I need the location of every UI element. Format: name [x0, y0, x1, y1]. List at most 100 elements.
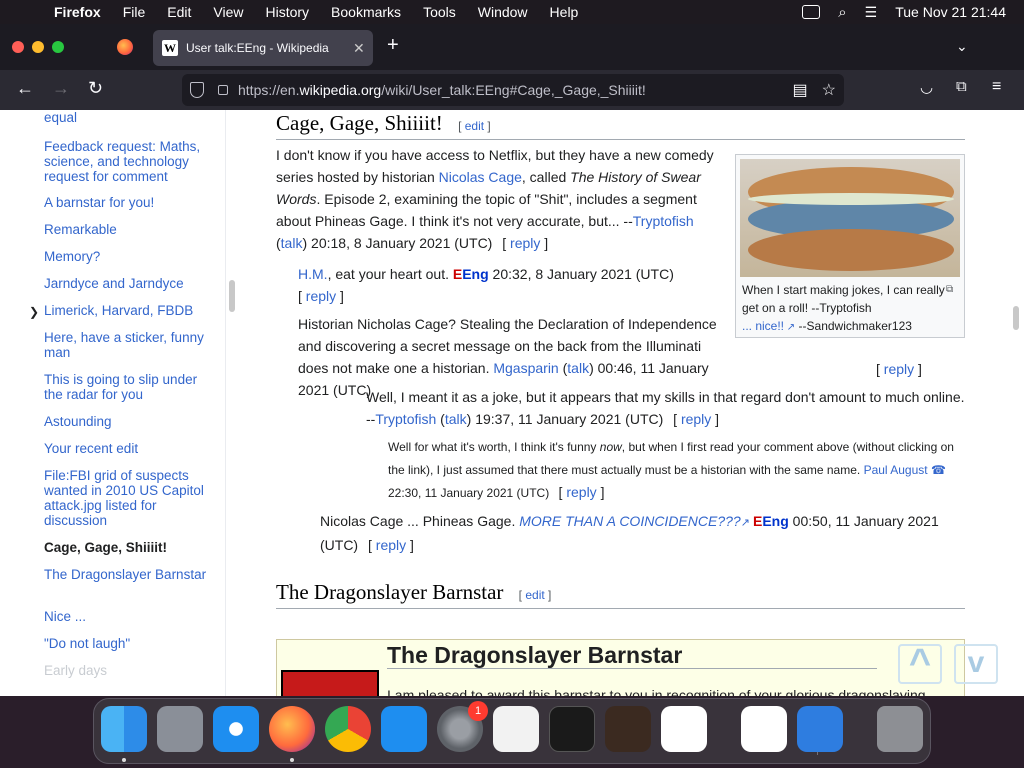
forward-arrow-icon[interactable]: →: [52, 78, 70, 99]
bookmark-star-icon[interactable]: ☆: [822, 80, 836, 100]
reply-link[interactable]: reply: [510, 235, 540, 251]
toc-item[interactable]: Limerick, Harvard, FBDB: [44, 303, 214, 318]
zoom-window-button[interactable]: [52, 41, 64, 53]
toc-item[interactable]: A barnstar for you!: [44, 195, 214, 210]
toc-item[interactable]: Jarndyce and Jarndyce: [44, 276, 214, 291]
toc-item[interactable]: Memory?: [44, 249, 214, 264]
toc-item[interactable]: Astounding: [44, 414, 214, 429]
toc-item[interactable]: Nice ...: [44, 609, 214, 624]
coincidence-link[interactable]: MORE THAN A COINCIDENCE???: [519, 513, 740, 529]
hamburger-menu-icon[interactable]: ≡: [992, 78, 1001, 96]
spotlight-search-icon[interactable]: ⌕: [838, 4, 846, 21]
menu-help[interactable]: Help: [550, 4, 579, 20]
reply-link[interactable]: reply: [884, 361, 914, 377]
firefox-window: W User talk:EEng - Wikipedia ✕ + ⌄ ← → ↻…: [0, 24, 1024, 696]
window-controls: [12, 41, 64, 53]
new-tab-icon[interactable]: +: [387, 34, 399, 57]
toc-item[interactable]: Remarkable: [44, 222, 214, 237]
reply-link[interactable]: reply: [376, 537, 406, 553]
menu-edit[interactable]: Edit: [167, 4, 191, 20]
nice-link[interactable]: ... nice!!: [742, 319, 784, 333]
reload-icon[interactable]: ↻: [88, 78, 103, 99]
safari-icon[interactable]: [213, 706, 259, 752]
user-link-tryptofish[interactable]: Tryptofish: [375, 411, 436, 427]
external-link-icon: ↗: [784, 322, 796, 333]
firefox-icon[interactable]: [269, 706, 315, 752]
menu-app-firefox[interactable]: Firefox: [54, 4, 101, 20]
toc-item[interactable]: The Dragonslayer Barnstar: [44, 567, 214, 582]
comment-eeng-2: Nicolas Cage ... Phineas Gage. MORE THAN…: [320, 513, 939, 553]
user-link-eeng[interactable]: EEng: [453, 266, 489, 282]
menu-tools[interactable]: Tools: [423, 4, 456, 20]
url-bar[interactable]: https://en. wikipedia.org/wiki/User_talk:…: [182, 74, 844, 106]
talk-link[interactable]: talk: [567, 360, 589, 376]
nicolas-cage-link[interactable]: Nicolas Cage: [439, 169, 522, 185]
toc-item[interactable]: Feedback request: Maths, science, and te…: [44, 139, 214, 184]
control-center-icon[interactable]: ☰: [865, 4, 878, 21]
menu-file[interactable]: File: [123, 4, 146, 20]
dragonslayer-barnstar-image[interactable]: [281, 670, 379, 696]
toc-item[interactable]: File:FBI grid of suspects wanted in 2010…: [44, 468, 214, 528]
tab-user-talk-eeng[interactable]: W User talk:EEng - Wikipedia ✕: [153, 30, 373, 66]
toc-item[interactable]: equal: [44, 110, 214, 125]
list-all-tabs-chevron-down-icon[interactable]: ⌄: [956, 38, 968, 55]
scroll-down-chevron-icon[interactable]: v: [954, 644, 998, 684]
back-arrow-icon[interactable]: ←: [16, 78, 34, 99]
finder-icon[interactable]: [101, 706, 147, 752]
user-link-eeng[interactable]: EEng: [753, 513, 789, 529]
sidebar-scrollbar[interactable]: [229, 280, 235, 312]
pocket-icon[interactable]: ◡: [920, 78, 933, 96]
toc-item[interactable]: Your recent edit: [44, 441, 214, 456]
menu-window[interactable]: Window: [478, 4, 528, 20]
sandwich-image[interactable]: [740, 159, 960, 277]
reader-view-icon[interactable]: ▤: [793, 80, 808, 100]
screen-mirroring-icon[interactable]: [802, 5, 821, 19]
toc-item[interactable]: "Do not laugh": [44, 636, 214, 651]
terminal-icon[interactable]: [549, 706, 595, 752]
textedit-icon[interactable]: [493, 706, 539, 752]
expand-chevron-right-icon[interactable]: ❯: [29, 305, 39, 319]
toc-item-current[interactable]: Cage, Gage, Shiiiit!: [44, 540, 214, 555]
visual-studio-icon[interactable]: [741, 706, 787, 752]
talk-link[interactable]: talk: [445, 411, 467, 427]
user-link-hm[interactable]: H.M.: [298, 266, 328, 282]
edit-section-link[interactable]: edit: [465, 119, 484, 133]
user-link-tryptofish[interactable]: Tryptofish: [633, 213, 694, 229]
weather-icon[interactable]: [797, 706, 843, 752]
user-link-mgasparin[interactable]: Mgasparin: [493, 360, 558, 376]
toc-item[interactable]: This is going to slip under the radar fo…: [44, 372, 214, 402]
toc-item[interactable]: Early days: [44, 663, 214, 678]
comment-paul-august: Well for what it's worth, I think it's f…: [388, 440, 954, 500]
extensions-puzzle-icon[interactable]: ⧉: [956, 78, 967, 95]
menu-view[interactable]: View: [213, 4, 243, 20]
trash-icon[interactable]: [877, 706, 923, 752]
close-window-button[interactable]: [12, 41, 24, 53]
notification-badge: 1: [468, 701, 488, 721]
toc-item[interactable]: Here, have a sticker, funny man: [44, 330, 214, 360]
vscode-icon[interactable]: [661, 706, 707, 752]
garageband-guitar-icon[interactable]: [605, 706, 651, 752]
menu-bookmarks[interactable]: Bookmarks: [331, 4, 401, 20]
chrome-icon[interactable]: [325, 706, 371, 752]
reply-link[interactable]: reply: [566, 484, 596, 500]
section-heading-cage-gage: Cage, Gage, Shiiiit! [ edit ]: [276, 112, 965, 140]
firefox-view-icon[interactable]: [117, 39, 133, 55]
menu-history[interactable]: History: [265, 4, 309, 20]
talk-link[interactable]: talk: [281, 235, 303, 251]
app-store-icon[interactable]: [381, 706, 427, 752]
reply-link[interactable]: reply: [306, 288, 336, 304]
url-prefix: https://en.: [238, 82, 300, 98]
page-scrollbar[interactable]: [1013, 306, 1019, 330]
tracking-protection-shield-icon[interactable]: [190, 82, 204, 98]
user-link-paul-august[interactable]: Paul August: [864, 463, 928, 477]
launchpad-icon[interactable]: [157, 706, 203, 752]
close-tab-icon[interactable]: ✕: [353, 40, 373, 57]
reply-link[interactable]: reply: [681, 411, 711, 427]
macos-menu-bar: Firefox File Edit View History Bookmarks…: [0, 0, 1024, 24]
scroll-up-chevron-icon[interactable]: ^: [898, 644, 942, 684]
lock-icon[interactable]: [218, 85, 228, 95]
menu-clock[interactable]: Tue Nov 21 21:44: [895, 4, 1006, 20]
edit-section-link[interactable]: edit: [525, 588, 544, 602]
phone-icon[interactable]: ☎: [931, 463, 946, 477]
minimize-window-button[interactable]: [32, 41, 44, 53]
